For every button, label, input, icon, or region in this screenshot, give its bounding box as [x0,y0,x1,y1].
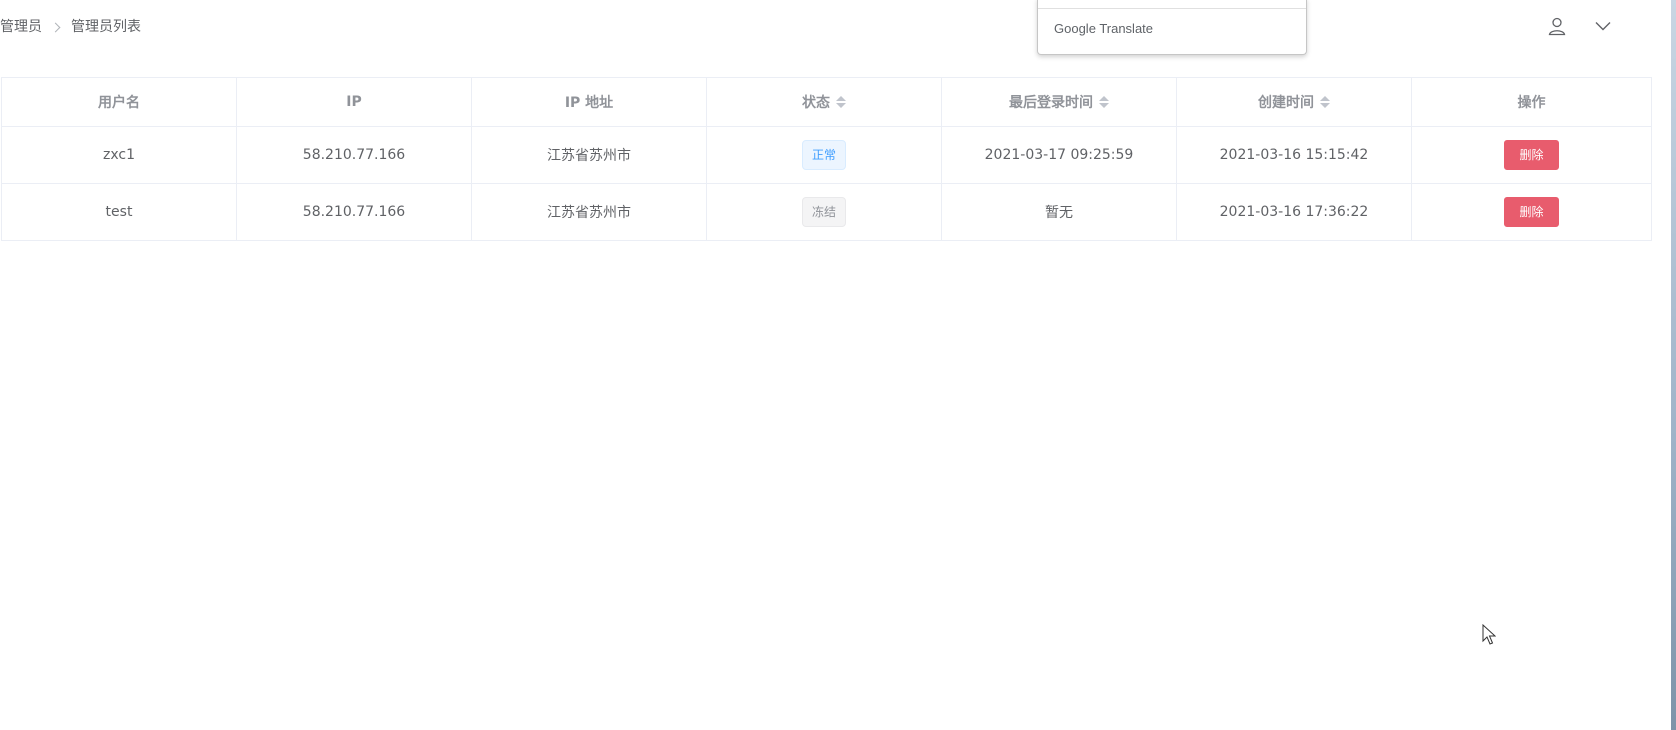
cell-actions: 删除 [1411,126,1652,184]
column-created[interactable]: 创建时间 [1176,77,1412,127]
sort-icon[interactable] [1099,96,1109,108]
user-icon[interactable] [1545,14,1569,38]
table-row: zxc1 58.210.77.166 江苏省苏州市 正常 2021-03-17 … [1,126,1652,184]
column-label: IP [346,94,362,110]
column-label: 最后登录时间 [1009,95,1093,111]
cell-location: 江苏省苏州市 [471,126,707,184]
column-status[interactable]: 状态 [706,77,942,127]
delete-button[interactable]: 删除 [1504,197,1559,227]
cell-ip: 58.210.77.166 [236,126,472,184]
cell-created: 2021-03-16 17:36:22 [1176,183,1412,241]
breadcrumb-root[interactable]: 管理员 [0,17,42,37]
column-label: 创建时间 [1258,95,1314,111]
breadcrumb-current: 管理员列表 [71,19,141,35]
column-last-login[interactable]: 最后登录时间 [941,77,1177,127]
table-header-row: 用户名 IP IP 地址 状态 最后登录时间 创建时间 操作 [1,77,1652,127]
cell-location: 江苏省苏州市 [471,183,707,241]
cell-actions: 删除 [1411,183,1652,241]
column-label: 状态 [802,95,830,111]
column-ip: IP [236,77,472,127]
cell-last-login: 2021-03-17 09:25:59 [941,126,1177,184]
delete-button[interactable]: 删除 [1504,140,1559,170]
brand-google: Google [1054,21,1096,36]
column-username: 用户名 [1,77,237,127]
header-bar: 管理员 管理员列表 [0,0,1671,56]
brand-translate: Translate [1099,21,1154,36]
column-actions: 操作 [1411,77,1652,127]
cell-last-login: 暂无 [941,183,1177,241]
popup-divider [1038,8,1306,9]
column-label: 操作 [1517,95,1546,111]
sort-icon[interactable] [836,96,846,108]
cell-status: 正常 [706,126,942,184]
table-row: test 58.210.77.166 江苏省苏州市 冻结 暂无 2021-03-… [1,183,1652,241]
header-tools [1545,14,1615,38]
mouse-cursor-icon [1482,623,1497,650]
column-label: 用户名 [98,95,140,111]
column-ip-location: IP 地址 [471,77,707,127]
status-badge: 冻结 [801,197,846,227]
cell-created: 2021-03-16 15:15:42 [1176,126,1412,184]
cell-status: 冻结 [706,183,942,241]
breadcrumb: 管理员 管理员列表 [0,17,141,37]
google-translate-popup: Google Translate [1037,0,1307,55]
status-badge: 正常 [801,140,846,170]
admin-table: 用户名 IP IP 地址 状态 最后登录时间 创建时间 操作 zxc1 58.2… [1,77,1652,241]
google-translate-brand[interactable]: Google Translate [1054,21,1153,36]
column-label: IP 地址 [564,95,614,111]
cell-username: test [1,183,237,241]
cell-ip: 58.210.77.166 [236,183,472,241]
breadcrumb-separator-icon [50,22,61,32]
chevron-down-icon[interactable] [1591,14,1615,38]
cell-username: zxc1 [1,126,237,184]
desktop-edge [1671,0,1676,730]
sort-icon[interactable] [1320,96,1330,108]
